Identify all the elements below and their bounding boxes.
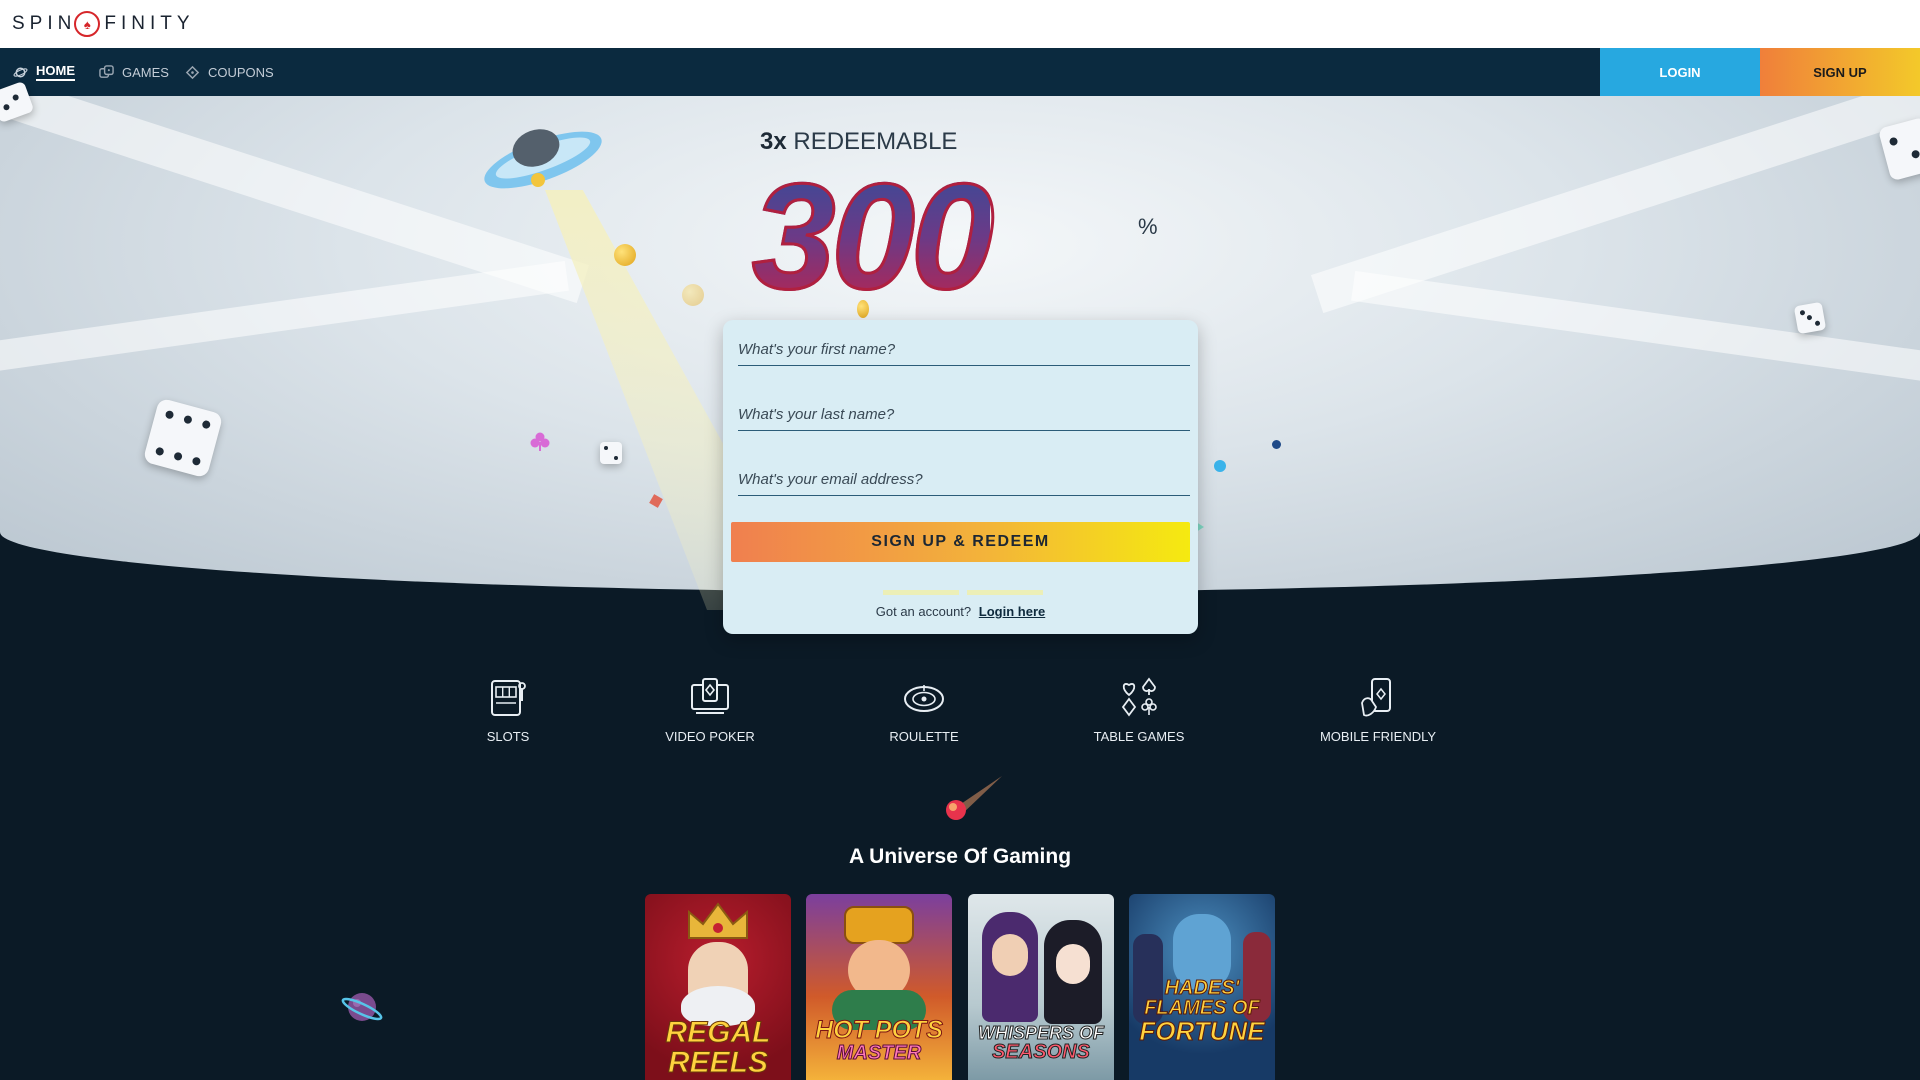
video-poker-icon	[691, 678, 729, 714]
category-label: ROULETTE	[889, 729, 959, 744]
game-card-hot-pots-master[interactable]: HOT POTS MASTER	[806, 894, 952, 1080]
first-name-field[interactable]	[738, 334, 1190, 366]
club-icon	[530, 432, 550, 451]
mobile-phone-icon	[1361, 678, 1391, 717]
ufo-icon	[484, 129, 602, 189]
logo[interactable]: SPIN ♠ FINITY	[12, 11, 195, 37]
crown-icon	[688, 902, 748, 939]
promo-percent-sign: %	[1138, 214, 1158, 239]
signup-button[interactable]: SIGN UP	[1760, 48, 1920, 96]
game-title-line1: HOT POTS	[815, 1016, 944, 1044]
coin-icon	[614, 244, 636, 266]
signup-form: SIGN UP & REDEEM Got an account? Login h…	[723, 320, 1198, 634]
signup-redeem-button[interactable]: SIGN UP & REDEEM	[731, 522, 1190, 562]
dice-icon	[98, 64, 114, 80]
geisha-face	[1056, 944, 1090, 984]
card-suits-icon	[1121, 677, 1157, 717]
game-title: REGAL REELS	[645, 1016, 791, 1079]
game-card-whispers-of-seasons[interactable]: WHISPERS OF SEASONS	[968, 894, 1114, 1080]
coin-icon	[682, 284, 704, 306]
category-slots[interactable]: SLOTS	[428, 675, 588, 744]
game-title-line2: FORTUNE	[1139, 1016, 1265, 1046]
logo-text-right: FINITY	[104, 13, 195, 34]
planet-icon	[12, 64, 28, 80]
logo-spade-icon: ♠	[74, 11, 101, 37]
game-title-line1: WHISPERS OF	[977, 1023, 1104, 1043]
game-title-line1: REGAL	[665, 1016, 771, 1049]
game-title-line2: SEASONS	[992, 1041, 1091, 1063]
game-card-regal-reels[interactable]: REGAL REELS	[645, 894, 791, 1080]
category-label: MOBILE FRIENDLY	[1319, 729, 1437, 744]
category-table-games[interactable]: TABLE GAMES	[1059, 675, 1219, 744]
game-title-line2: REELS	[667, 1046, 769, 1079]
light-ray	[1351, 270, 1920, 392]
promo-amount: 300	[750, 150, 995, 323]
logo-text-left: SPIN	[12, 13, 77, 34]
login-button[interactable]: LOGIN	[1600, 48, 1760, 96]
login-here-link[interactable]: Login here	[979, 604, 1045, 619]
dice-icon	[1793, 301, 1827, 335]
category-label: VIDEO POKER	[665, 729, 755, 744]
dice-icon	[600, 442, 622, 464]
slot-machine-icon	[491, 680, 526, 716]
nav-item-coupons[interactable]: COUPONS	[184, 48, 274, 96]
section-title: A Universe Of Gaming	[848, 845, 1072, 868]
planet-icon	[341, 993, 383, 1021]
roulette-icon	[904, 685, 944, 712]
brand-bar: SPIN ♠ FINITY	[0, 0, 1920, 48]
samurai-face	[992, 934, 1028, 976]
account-row: Got an account? Login here	[723, 604, 1198, 619]
category-label: TABLE GAMES	[1093, 729, 1185, 744]
nav-coupons-label: COUPONS	[208, 64, 274, 80]
last-name-field[interactable]	[738, 399, 1190, 431]
category-video-poker[interactable]: VIDEO POKER	[630, 675, 790, 744]
category-label: SLOTS	[486, 729, 530, 744]
light-ray	[0, 260, 569, 382]
confetti-shape	[1214, 460, 1226, 472]
chef-hat	[844, 906, 914, 944]
game-card-hades-flames-of-fortune[interactable]: HADES' FLAMES OF FORTUNE	[1129, 894, 1275, 1080]
game-title-line1: HADES' FLAMES OF	[1144, 977, 1261, 1019]
nav-games-label: GAMES	[122, 64, 169, 80]
ticket-icon	[184, 64, 200, 80]
account-prompt: Got an account?	[875, 604, 972, 619]
game-title: WHISPERS OF SEASONS	[968, 1023, 1114, 1063]
game-title-line2: MASTER	[836, 1042, 922, 1064]
category-roulette[interactable]: ROULETTE	[844, 675, 1004, 744]
game-title: HOT POTS MASTER	[806, 1016, 952, 1064]
game-title: HADES' FLAMES OF FORTUNE	[1129, 977, 1275, 1046]
nav-home-label: HOME	[36, 63, 75, 81]
fine-print	[883, 590, 1043, 595]
category-mobile-friendly[interactable]: MOBILE FRIENDLY	[1298, 675, 1458, 744]
meteor-icon	[946, 776, 1002, 820]
nav-item-games[interactable]: GAMES	[98, 48, 169, 96]
email-field[interactable]	[738, 464, 1190, 496]
confetti-shape	[1272, 440, 1281, 449]
